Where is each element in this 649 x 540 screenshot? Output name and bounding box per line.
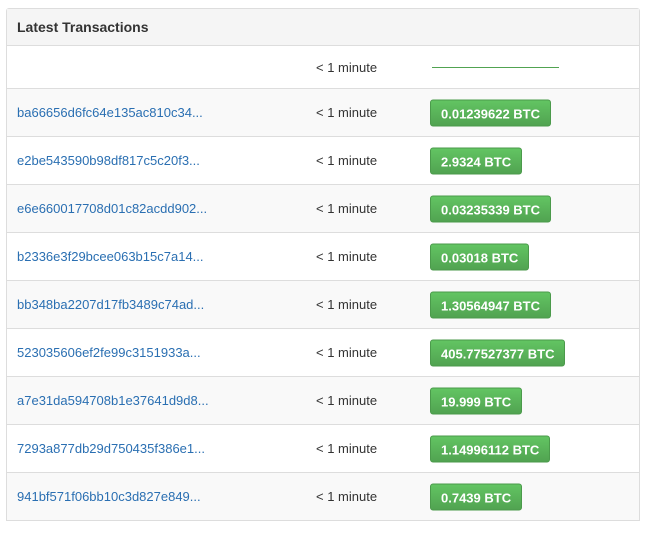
transaction-hash-link[interactable]: ba66656d6fc64e135ac810c34... [17, 105, 203, 120]
table-row: e2be543590b98df817c5c20f3... < 1 minute … [7, 137, 639, 185]
amount-badge: 2.9324 BTC [430, 147, 523, 174]
table-row: b2336e3f29bcee063b15c7a14... < 1 minute … [7, 233, 639, 281]
transaction-hash-link[interactable]: b2336e3f29bcee063b15c7a14... [17, 249, 204, 264]
transaction-time: < 1 minute [316, 297, 378, 312]
table-row: a7e31da594708b1e37641d9d8... < 1 minute … [7, 377, 639, 425]
transaction-time: < 1 minute [316, 345, 378, 360]
amount-badge: 0.7439 BTC [430, 483, 523, 510]
table-row: e6e660017708d01c82acdd902... < 1 minute … [7, 185, 639, 233]
transaction-hash-link[interactable]: 7293a877db29d750435f386e1... [17, 441, 205, 456]
table-row: ba66656d6fc64e135ac810c34... < 1 minute … [7, 89, 639, 137]
transaction-time: < 1 minute [316, 249, 378, 264]
transaction-hash-link[interactable]: 523035606ef2fe99c3151933a... [17, 345, 201, 360]
amount-badge: 0.03235339 BTC [430, 195, 552, 222]
transaction-time: < 1 minute [316, 393, 378, 408]
panel-title: Latest Transactions [7, 9, 639, 46]
amount-badge: 19.999 BTC [430, 387, 523, 414]
amount-bar [432, 67, 559, 68]
table-row: 941bf571f06bb10c3d827e849... < 1 minute … [7, 473, 639, 521]
table-row: < 1 minute [7, 46, 639, 89]
transaction-hash-link[interactable]: bb348ba2207d17fb3489c74ad... [17, 297, 204, 312]
amount-badge: 405.77527377 BTC [430, 339, 566, 366]
transaction-time: < 1 minute [316, 489, 378, 504]
transaction-hash-link[interactable]: 941bf571f06bb10c3d827e849... [17, 489, 201, 504]
amount-badge: 1.14996112 BTC [430, 435, 551, 462]
transaction-hash-link[interactable]: a7e31da594708b1e37641d9d8... [17, 393, 209, 408]
transaction-hash-link[interactable]: e2be543590b98df817c5c20f3... [17, 153, 200, 168]
transaction-hash-link[interactable]: e6e660017708d01c82acdd902... [17, 201, 207, 216]
transaction-time: < 1 minute [316, 59, 378, 75]
table-row: bb348ba2207d17fb3489c74ad... < 1 minute … [7, 281, 639, 329]
transaction-time: < 1 minute [316, 105, 378, 120]
latest-transactions-panel: Latest Transactions < 1 minute ba66656d6… [6, 8, 640, 521]
table-row: 7293a877db29d750435f386e1... < 1 minute … [7, 425, 639, 473]
amount-badge: 0.01239622 BTC [430, 99, 552, 126]
amount-badge: 0.03018 BTC [430, 243, 530, 270]
amount-badge: 1.30564947 BTC [430, 291, 552, 318]
transaction-time: < 1 minute [316, 201, 378, 216]
transaction-time: < 1 minute [316, 153, 378, 168]
table-row: 523035606ef2fe99c3151933a... < 1 minute … [7, 329, 639, 377]
transaction-time: < 1 minute [316, 441, 378, 456]
